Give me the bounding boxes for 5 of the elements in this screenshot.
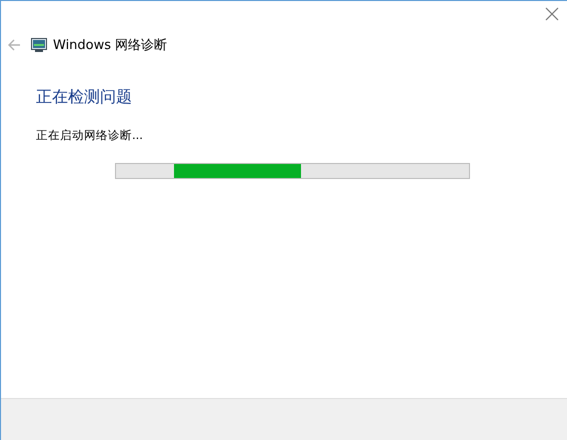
close-icon[interactable] [545,7,559,21]
status-text: 正在启动网络诊断... [36,128,144,143]
page-heading: 正在检测问题 [36,87,133,108]
network-monitor-icon [31,38,47,52]
window-title: Windows 网络诊断 [53,37,168,54]
